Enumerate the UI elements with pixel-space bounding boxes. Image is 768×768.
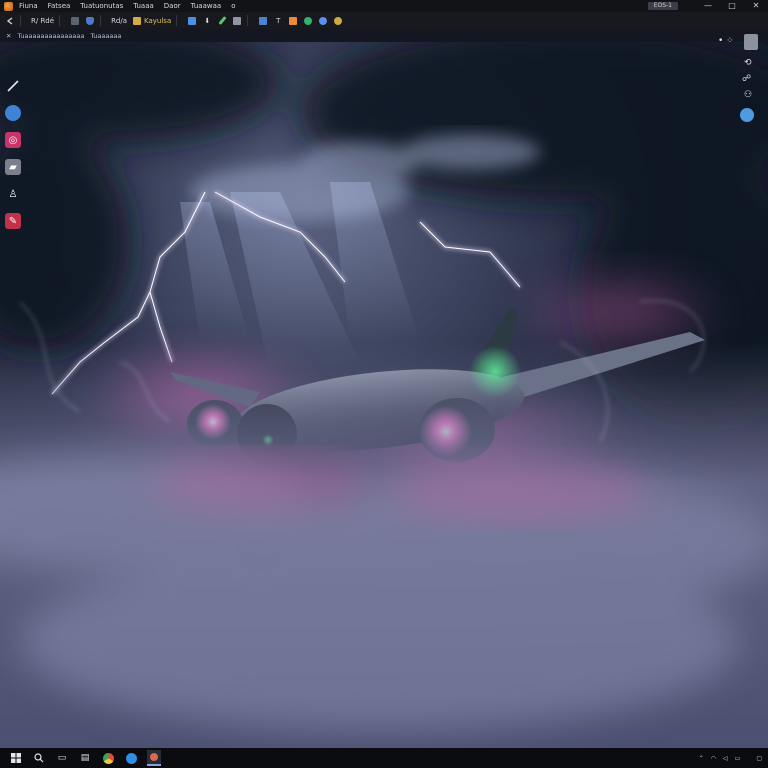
arrow-down-icon[interactable]: ⬇ bbox=[202, 15, 212, 26]
sparkle-icon[interactable] bbox=[333, 15, 343, 26]
camera-icon[interactable]: ⚇ bbox=[744, 90, 752, 100]
taskbar: ▭ ▤ ⌃ ◠ ◁ ▭ ▢ bbox=[0, 748, 768, 768]
figure-icon[interactable]: ♙ bbox=[5, 186, 21, 202]
eraser-icon[interactable]: ▰ bbox=[5, 159, 21, 175]
document-badge[interactable]: EOS-1 bbox=[647, 2, 678, 10]
brush-icon[interactable] bbox=[187, 15, 197, 26]
globe-icon[interactable] bbox=[5, 105, 21, 121]
pin-icon[interactable]: ✎ bbox=[5, 213, 21, 229]
edge-icon[interactable] bbox=[124, 751, 138, 765]
app-logo-icon bbox=[4, 1, 13, 11]
pen-icon[interactable] bbox=[5, 78, 21, 94]
hand-icon[interactable]: ☍ bbox=[742, 74, 751, 84]
menu-bar: Fiuna Fatsea Tuatuonutas Tuaaa Daor Tuaa… bbox=[0, 0, 768, 12]
battery-icon[interactable]: ▭ bbox=[735, 755, 741, 762]
toolbar-label-b[interactable]: Rd/a bbox=[111, 15, 127, 26]
text-icon[interactable]: T bbox=[273, 15, 283, 26]
sphere-icon[interactable] bbox=[740, 108, 754, 122]
toolbar-label-c[interactable]: Kayulsa bbox=[144, 17, 171, 25]
storm-scene bbox=[0, 42, 768, 748]
windows-icon[interactable] bbox=[9, 751, 23, 765]
close-tab-icon[interactable]: ✕ bbox=[6, 32, 11, 40]
viewport-canvas[interactable] bbox=[0, 42, 768, 748]
menu-item-view[interactable]: Tuaaa bbox=[133, 2, 154, 10]
app-icon[interactable] bbox=[147, 750, 161, 766]
task-view-icon[interactable]: ▭ bbox=[55, 751, 69, 765]
search-icon[interactable] bbox=[32, 751, 46, 765]
layers-icon[interactable] bbox=[232, 15, 242, 26]
cube-icon[interactable] bbox=[744, 34, 758, 50]
window-controls: EOS-1 — □ ✕ bbox=[647, 0, 768, 12]
menu-item-help[interactable]: o bbox=[231, 2, 235, 10]
menu-item-transform[interactable]: Tuatuonutas bbox=[80, 2, 123, 10]
toolbox: ◎ ▰ ♙ ✎ bbox=[5, 78, 23, 240]
document-tab[interactable]: Tuaaaaaaaaaaaaaaa bbox=[17, 32, 84, 40]
menu-item-edit[interactable]: Fatsea bbox=[48, 2, 71, 10]
orbit-icon[interactable]: • ⁘ bbox=[718, 36, 734, 46]
layer-tab[interactable]: Tuaaaaaa bbox=[90, 32, 121, 40]
menu-item-window[interactable]: Tuaawaa bbox=[191, 2, 222, 10]
toolbar-divider bbox=[176, 15, 178, 26]
system-tray: ⌃ ◠ ◁ ▭ ▢ bbox=[692, 748, 762, 768]
shield-icon[interactable] bbox=[85, 15, 95, 26]
volume-icon[interactable]: ◁ bbox=[723, 755, 728, 762]
axis-icon[interactable]: ⟲ bbox=[744, 58, 752, 68]
explorer-icon[interactable]: ▤ bbox=[78, 751, 92, 765]
lock-icon[interactable] bbox=[132, 15, 142, 26]
toolbar: R/ Rdé Rd/a Kayulsa ⬇ T bbox=[0, 12, 768, 30]
chrome-icon[interactable] bbox=[101, 751, 115, 765]
pencil-icon[interactable] bbox=[217, 15, 227, 26]
minimize-button[interactable]: — bbox=[696, 0, 720, 12]
people-icon[interactable] bbox=[318, 15, 328, 26]
grid-icon[interactable] bbox=[70, 15, 80, 26]
menu-item-file[interactable]: Fiuna bbox=[19, 2, 38, 10]
chevron-up-icon[interactable]: ⌃ bbox=[699, 755, 704, 762]
maximize-button[interactable]: □ bbox=[720, 0, 744, 12]
status-strip: ✕ Tuaaaaaaaaaaaaaaa Tuaaaaaa bbox=[0, 29, 768, 42]
circle-brush-icon[interactable]: ◎ bbox=[5, 132, 21, 148]
menu-item-draw[interactable]: Daor bbox=[164, 2, 181, 10]
toolbar-divider bbox=[59, 15, 61, 26]
toolbar-divider bbox=[20, 15, 21, 26]
toolbar-divider bbox=[100, 15, 102, 26]
image-icon[interactable] bbox=[258, 15, 268, 26]
network-icon[interactable]: ◠ bbox=[711, 755, 716, 762]
toolbar-label-a[interactable]: R/ Rdé bbox=[31, 15, 54, 26]
circle-icon[interactable] bbox=[303, 15, 313, 26]
notification-icon[interactable]: ▢ bbox=[756, 755, 762, 762]
back-arrow-icon[interactable] bbox=[5, 15, 15, 26]
close-button[interactable]: ✕ bbox=[744, 0, 768, 12]
toolbar-divider bbox=[247, 15, 249, 26]
orange-app-icon[interactable] bbox=[288, 15, 298, 26]
